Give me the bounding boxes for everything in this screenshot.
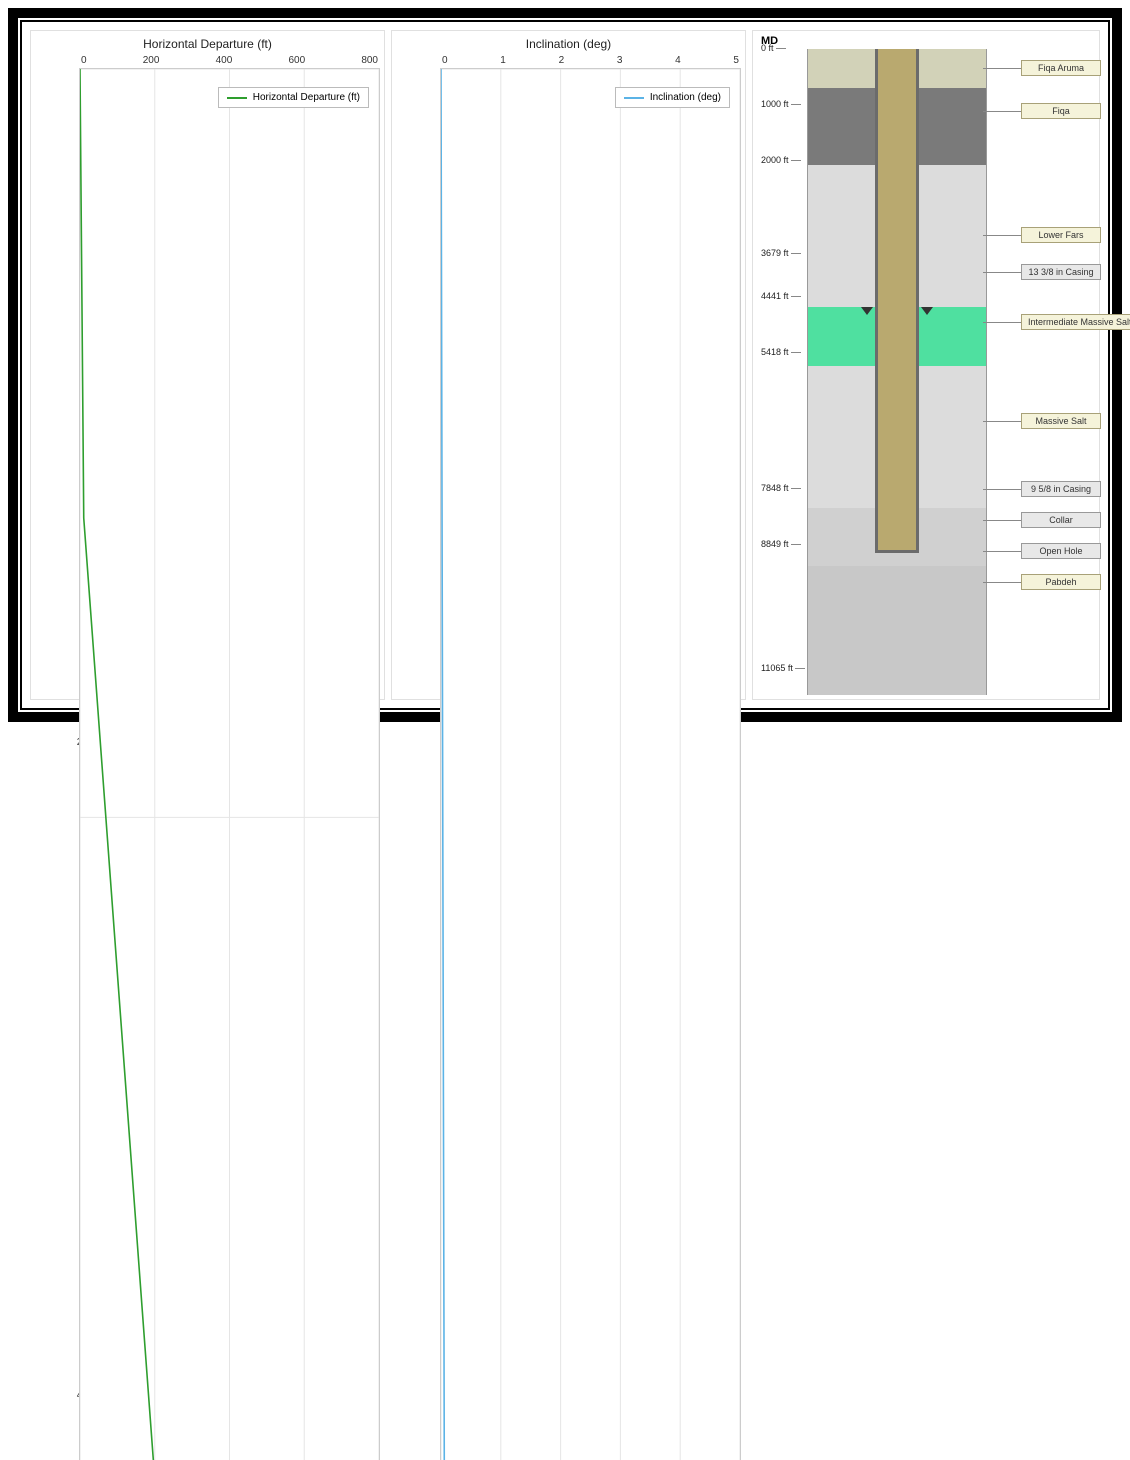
casing-shoe-icon [921,307,933,315]
wellbore [875,49,919,553]
callout-label: Lower Fars [1021,227,1101,243]
callout-line [983,111,1021,112]
well-schematic: MD 0 ft1000 ft2000 ft3679 ft4441 ft5418 … [757,35,1095,695]
chart-title: Inclination (deg) [396,35,741,55]
legend-swatch [624,97,644,99]
y-axis-label: Measured Depth (ft) [396,55,412,1460]
x-ticks: 0200400600800 [79,55,380,68]
md-tick: 11065 ft [761,663,793,673]
plot-area: Inclination (deg) [440,68,741,1460]
legend-label: Horizontal Departure (ft) [253,92,360,103]
callout-label: Open Hole [1021,543,1101,559]
wellbore-column [807,49,987,695]
chart-panel-departure: Horizontal Departure (ft) True Vertical … [30,30,385,700]
chart-title: Horizontal Departure (ft) [35,35,380,55]
md-tick: 8849 ft [761,539,789,549]
plot-area: Horizontal Departure (ft) [79,68,380,1460]
md-tick: 3679 ft [761,248,789,258]
callout-line [983,582,1021,583]
callout-line [983,520,1021,521]
outer-frame: Horizontal Departure (ft) True Vertical … [8,8,1122,722]
casing-shoe-icon [861,307,873,315]
md-tick: 2000 ft [761,155,789,165]
callout-label: Intermediate Massive Salt [1021,314,1130,330]
inner-frame: Horizontal Departure (ft) True Vertical … [20,20,1110,710]
md-tick: 4441 ft [761,291,789,301]
chart-panel-inclination: Inclination (deg) Measured Depth (ft) 02… [391,30,746,700]
legend: Inclination (deg) [615,87,730,108]
callout-label: Pabdeh [1021,574,1101,590]
well-schematic-panel: MD 0 ft1000 ft2000 ft3679 ft4441 ft5418 … [752,30,1100,700]
callout-label: 13 3/8 in Casing [1021,264,1101,280]
legend-label: Inclination (deg) [650,92,721,103]
x-ticks: 012345 [440,55,741,68]
callout-line [983,68,1021,69]
callout-label: Collar [1021,512,1101,528]
md-tick: 1000 ft [761,99,789,109]
md-column: MD 0 ft1000 ft2000 ft3679 ft4441 ft5418 … [757,35,807,695]
label-column: Fiqa ArumaFiqaLower FarsIntermediate Mas… [987,35,1095,695]
callout-line [983,551,1021,552]
md-tick: 7848 ft [761,483,789,493]
md-tick: 5418 ft [761,347,789,357]
callout-label: Fiqa [1021,103,1101,119]
y-axis-label: True Vertical Depth (ft) [35,55,51,1460]
callout-line [983,235,1021,236]
callout-label: Massive Salt [1021,413,1101,429]
md-tick: 0 ft [761,43,774,53]
callout-line [983,322,1021,323]
formation-layer [808,566,986,695]
legend-swatch [227,97,247,99]
callout-line [983,421,1021,422]
callout-label: 9 5/8 in Casing [1021,481,1101,497]
legend: Horizontal Departure (ft) [218,87,369,108]
callout-line [983,489,1021,490]
callout-label: Fiqa Aruma [1021,60,1101,76]
callout-line [983,272,1021,273]
